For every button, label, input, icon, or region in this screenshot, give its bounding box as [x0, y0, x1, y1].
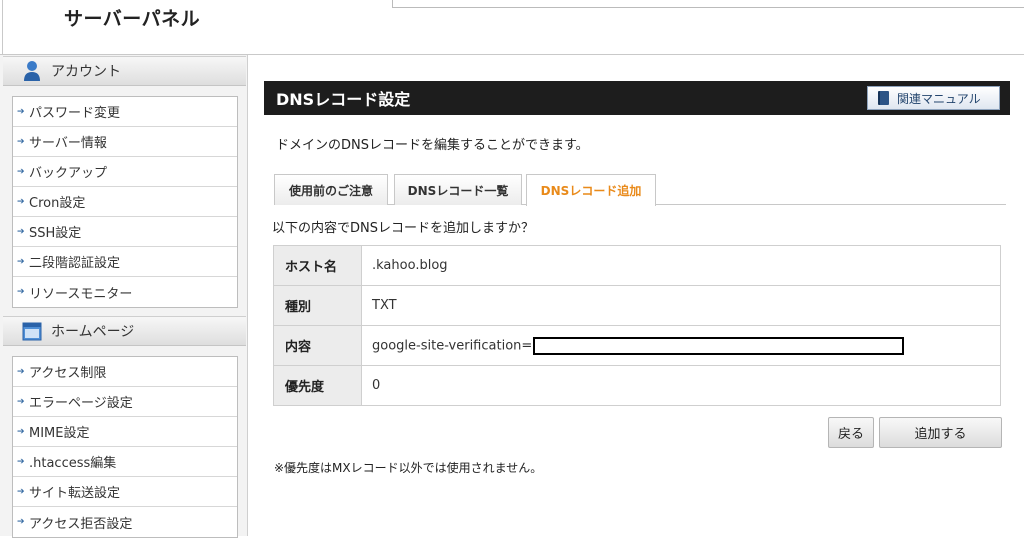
- sidebar-section-title: アカウント: [51, 64, 121, 80]
- related-manual-button[interactable]: 関連マニュアル: [867, 86, 1000, 110]
- sidebar-item-2fa[interactable]: ➔ 二段階認証設定: [13, 247, 237, 277]
- sidebar-item-access-restriction[interactable]: ➔ アクセス制限: [13, 357, 237, 387]
- add-button[interactable]: 追加する: [879, 417, 1002, 448]
- back-button[interactable]: 戻る: [828, 417, 874, 448]
- arrow-icon: ➔: [17, 287, 25, 297]
- top-header: サーバーパネル: [0, 0, 1024, 55]
- table-row: 種別 TXT: [273, 285, 1001, 326]
- sidebar-item-label: サイト転送設定: [29, 486, 121, 501]
- window-icon: [22, 322, 42, 341]
- confirm-message: 以下の内容でDNSレコードを追加しますか？: [272, 221, 534, 236]
- sidebar-item-access-deny[interactable]: ➔ アクセス拒否設定: [13, 507, 237, 537]
- table-row: 優先度 0: [273, 365, 1001, 406]
- arrow-icon: ➔: [17, 256, 25, 267]
- type-label: 種別: [273, 285, 362, 326]
- sidebar-section-title: ホームページ: [51, 324, 135, 340]
- sidebar-item-label: サーバー情報: [29, 136, 107, 151]
- priority-value: 0: [361, 365, 1001, 406]
- host-value: .kahoo.blog: [361, 245, 1001, 286]
- sidebar-item-htaccess[interactable]: ➔ .htaccess編集: [13, 447, 237, 477]
- tab-precautions[interactable]: 使用前のご注意: [274, 174, 388, 205]
- arrow-icon: ➔: [17, 106, 25, 117]
- sidebar-item-label: パスワード変更: [29, 106, 121, 121]
- page-title-bar: DNSレコード設定 関連マニュアル: [264, 81, 1010, 115]
- related-manual-label: 関連マニュアル: [897, 91, 981, 106]
- sidebar-item-label: 二段階認証設定: [29, 256, 121, 271]
- sidebar-menu-homepage: ➔ アクセス制限 ➔ エラーページ設定 ➔ MIME設定 ➔ .htaccess編集 ➔…: [12, 356, 238, 538]
- tab-bar: 使用前のご注意 DNSレコード一覧 DNSレコード追加: [274, 174, 1006, 206]
- type-value: TXT: [361, 285, 1001, 326]
- sidebar-item-ssh[interactable]: ➔ SSH設定: [13, 217, 237, 247]
- sidebar-item-label: Cron設定: [29, 196, 86, 211]
- arrow-icon: ➔: [17, 226, 25, 237]
- main-content: DNSレコード設定 関連マニュアル ドメインのDNSレコードを編集することができ…: [248, 55, 1024, 536]
- arrow-icon: ➔: [17, 196, 25, 207]
- redaction-box: [533, 336, 905, 355]
- app-logo: サーバーパネル: [64, 8, 201, 30]
- sidebar-menu-account: ➔ パスワード変更 ➔ サーバー情報 ➔ バックアップ ➔ Cron設定 ➔ SSH設定 …: [12, 96, 238, 308]
- table-row: 内容 google-site-verification=: [273, 325, 1001, 366]
- tab-dns-record-list[interactable]: DNSレコード一覧: [394, 174, 522, 205]
- arrow-icon: ➔: [17, 366, 25, 377]
- host-label: ホスト名: [273, 245, 362, 286]
- sidebar-item-label: SSH設定: [29, 226, 82, 241]
- priority-label: 優先度: [273, 365, 362, 406]
- sidebar-item-label: アクセス拒否設定: [29, 516, 133, 532]
- sidebar-section-homepage: ホームページ: [3, 316, 246, 346]
- sidebar-item-label: アクセス制限: [29, 366, 107, 381]
- sidebar-section-account: アカウント: [3, 56, 246, 86]
- sidebar: アカウント ➔ パスワード変更 ➔ サーバー情報 ➔ バックアップ ➔ Cron設定 ➔…: [0, 55, 248, 538]
- arrow-icon: ➔: [17, 517, 25, 527]
- content-cell: google-site-verification=: [361, 325, 1001, 366]
- header-left-border: [0, 0, 3, 55]
- content-label: 内容: [273, 325, 362, 366]
- sidebar-item-label: リソースモニター: [29, 286, 133, 302]
- sidebar-item-backup[interactable]: ➔ バックアップ: [13, 157, 237, 187]
- header-top-box: [392, 0, 1024, 8]
- page-description: ドメインのDNSレコードを編集することができます。: [276, 138, 589, 153]
- tab-dns-record-add[interactable]: DNSレコード追加: [526, 174, 656, 206]
- arrow-icon: ➔: [17, 486, 25, 497]
- sidebar-item-server-info[interactable]: ➔ サーバー情報: [13, 127, 237, 157]
- sidebar-item-label: バックアップ: [29, 166, 108, 181]
- arrow-icon: ➔: [17, 426, 25, 437]
- sidebar-item-error-page[interactable]: ➔ エラーページ設定: [13, 387, 237, 417]
- table-row: ホスト名 .kahoo.blog: [273, 245, 1001, 286]
- arrow-icon: ➔: [17, 166, 25, 177]
- sidebar-item-site-redirect[interactable]: ➔ サイト転送設定: [13, 477, 237, 507]
- arrow-icon: ➔: [17, 136, 25, 147]
- content-value: google-site-verification=: [372, 338, 533, 353]
- sidebar-item-label: MIME設定: [29, 426, 90, 441]
- user-icon: [24, 61, 40, 81]
- record-table: ホスト名 .kahoo.blog 種別 TXT 内容 google-site-v…: [273, 245, 1001, 406]
- priority-note: ※優先度はMXレコード以外では使用されません。: [274, 461, 543, 475]
- sidebar-item-label: .htaccess編集: [29, 456, 117, 471]
- sidebar-item-cron[interactable]: ➔ Cron設定: [13, 187, 237, 217]
- page-title: DNSレコード設定: [276, 90, 411, 109]
- sidebar-item-mime[interactable]: ➔ MIME設定: [13, 417, 237, 447]
- arrow-icon: ➔: [17, 456, 25, 467]
- sidebar-item-label: エラーページ設定: [29, 396, 133, 411]
- arrow-icon: ➔: [17, 396, 25, 407]
- book-icon: [878, 91, 889, 105]
- sidebar-item-resource-monitor[interactable]: ➔ リソースモニター: [13, 277, 237, 307]
- sidebar-item-password[interactable]: ➔ パスワード変更: [13, 97, 237, 127]
